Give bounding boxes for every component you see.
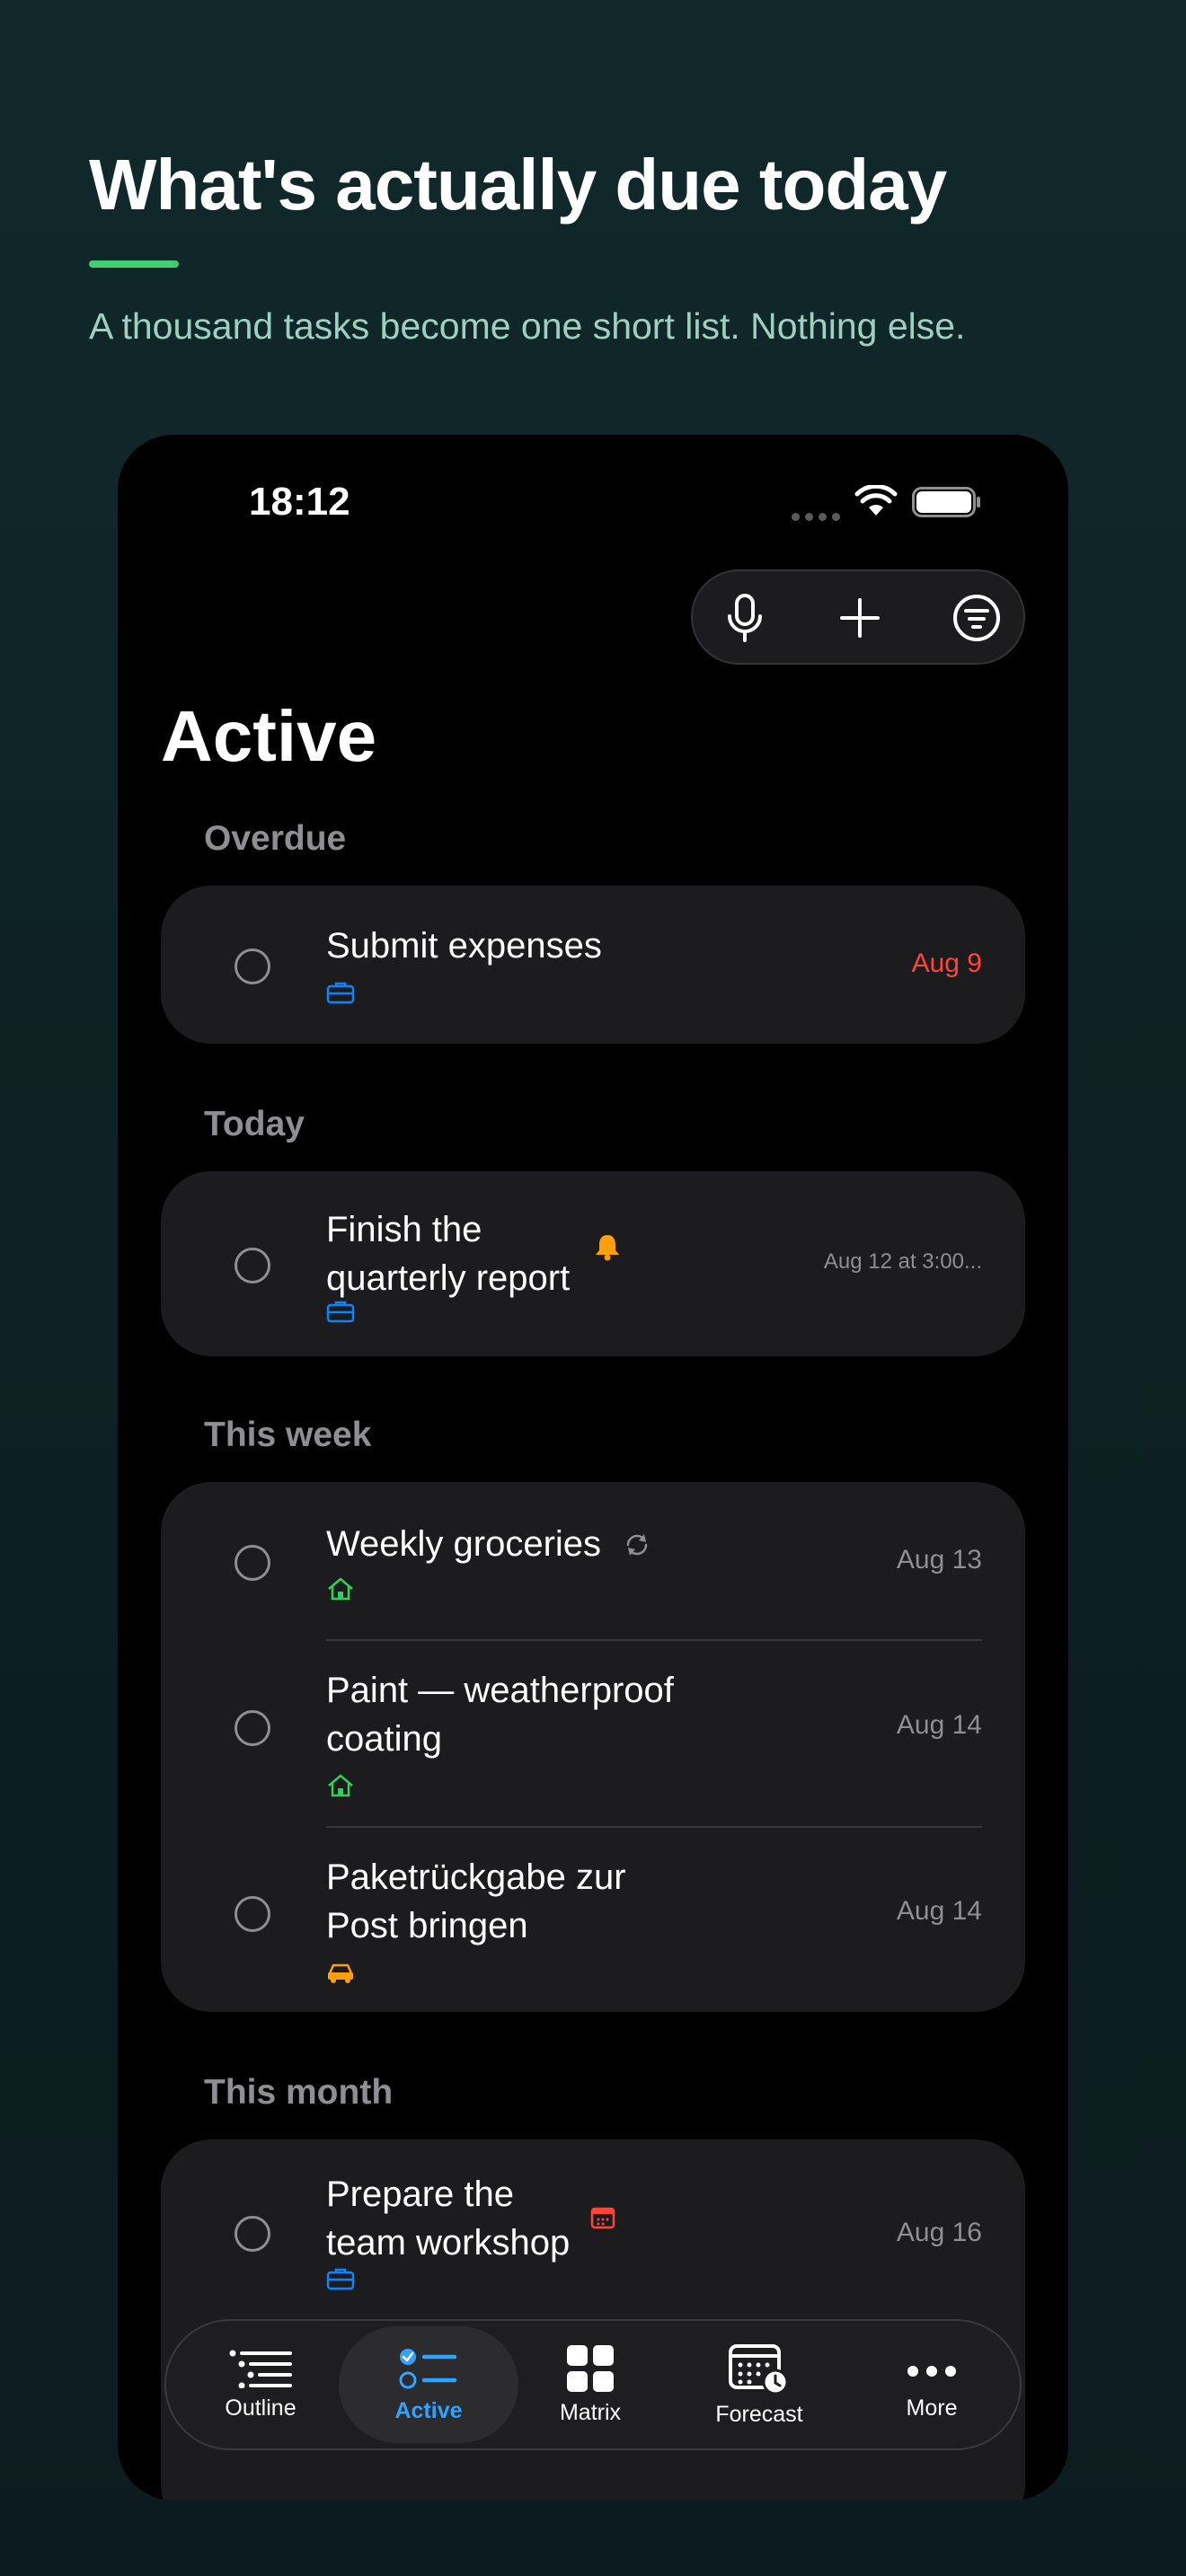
task-due-date: Aug 12 at 3:00... bbox=[823, 1249, 982, 1274]
tab-forecast[interactable]: Forecast bbox=[669, 2321, 849, 2448]
task-checkbox[interactable] bbox=[235, 1545, 270, 1581]
status-time: 18:12 bbox=[249, 480, 350, 524]
voice-input-button[interactable] bbox=[714, 587, 775, 648]
task-checkbox[interactable] bbox=[235, 948, 270, 984]
task-title: Paketrückgabe zur Post bringen bbox=[326, 1857, 626, 1945]
more-dots-icon bbox=[907, 2365, 956, 2377]
tab-active[interactable]: Active bbox=[339, 2326, 518, 2443]
section-header-today: Today bbox=[204, 1105, 305, 1143]
task-due-date: Aug 14 bbox=[896, 1710, 982, 1740]
task-title: Prepare the team workshop bbox=[326, 2175, 571, 2263]
task-title: Finish the quarterly report bbox=[326, 1210, 571, 1298]
top-toolbar bbox=[691, 569, 1025, 665]
task-row[interactable]: Paketrückgabe zur Post bringen Aug 14 bbox=[161, 1828, 1025, 2012]
outline-list-icon bbox=[229, 2350, 292, 2388]
active-checklist-icon bbox=[399, 2348, 457, 2388]
car-icon bbox=[328, 1963, 353, 1983]
task-title: Weekly groceries bbox=[326, 1524, 602, 1564]
today-card: Finish the quarterly report Aug 12 at 3:… bbox=[161, 1171, 1025, 1356]
briefcase-icon bbox=[326, 982, 355, 1004]
promo-headline: What's actually due today bbox=[89, 145, 947, 225]
task-row[interactable]: Weekly groceries Aug 13 bbox=[161, 1482, 1025, 1640]
home-icon bbox=[328, 1577, 353, 1601]
tab-label: Active bbox=[394, 2397, 463, 2423]
tab-matrix[interactable]: Matrix bbox=[509, 2321, 671, 2448]
accent-underline bbox=[89, 260, 179, 268]
task-due-date: Aug 13 bbox=[896, 1545, 982, 1575]
section-header-this-month: This month bbox=[204, 2073, 394, 2112]
task-checkbox[interactable] bbox=[235, 1710, 270, 1746]
task-row[interactable]: Prepare the team workshop Aug 16 bbox=[161, 2139, 1025, 2325]
tab-more[interactable]: More bbox=[851, 2321, 1013, 2448]
matrix-grid-icon bbox=[567, 2344, 614, 2392]
tab-outline[interactable]: Outline bbox=[166, 2321, 355, 2448]
cellular-signal-icon bbox=[792, 513, 840, 522]
task-row[interactable]: Finish the quarterly report Aug 12 at 3:… bbox=[161, 1171, 1025, 1356]
calendar-icon bbox=[590, 2207, 615, 2229]
briefcase-icon bbox=[326, 2268, 355, 2290]
task-due-date: Aug 16 bbox=[896, 2218, 982, 2247]
bell-icon bbox=[596, 1235, 619, 1261]
wifi-icon bbox=[854, 485, 898, 516]
overdue-card: Submit expenses Aug 9 bbox=[161, 886, 1025, 1044]
tab-label: More bbox=[906, 2395, 958, 2421]
microphone-icon bbox=[728, 594, 762, 642]
plus-icon bbox=[840, 598, 880, 638]
tab-label: Forecast bbox=[715, 2401, 803, 2427]
tab-label: Matrix bbox=[559, 2399, 622, 2425]
filter-button[interactable] bbox=[946, 587, 1007, 648]
page-title: Active bbox=[161, 696, 377, 776]
bottom-tab-bar: Outline Active Matrix Forecast More bbox=[164, 2319, 1022, 2450]
task-row[interactable]: Paint — weatherproof coating Aug 14 bbox=[161, 1641, 1025, 1826]
task-checkbox[interactable] bbox=[235, 1896, 270, 1932]
task-checkbox[interactable] bbox=[235, 1248, 270, 1284]
phone-screen: 18:12 Active Overdue Submit expenses Aug… bbox=[118, 435, 1068, 2501]
add-task-button[interactable] bbox=[829, 587, 890, 648]
task-due-date: Aug 9 bbox=[911, 948, 982, 978]
section-header-this-week: This week bbox=[204, 1416, 372, 1454]
battery-icon bbox=[912, 487, 980, 517]
filter-icon bbox=[953, 595, 1000, 641]
task-title: Paint — weatherproof coating bbox=[326, 1671, 674, 1759]
promo-subhead: A thousand tasks become one short list. … bbox=[89, 305, 966, 347]
task-checkbox[interactable] bbox=[235, 2216, 270, 2252]
home-icon bbox=[328, 1774, 353, 1797]
section-header-overdue: Overdue bbox=[204, 819, 347, 858]
briefcase-icon bbox=[326, 1301, 355, 1323]
task-due-date: Aug 14 bbox=[896, 1896, 982, 1926]
this-week-card: Weekly groceries Aug 13 Paint — weatherp… bbox=[161, 1482, 1025, 2012]
repeat-icon bbox=[626, 1534, 648, 1556]
task-row[interactable]: Submit expenses Aug 9 bbox=[161, 886, 1025, 1044]
tab-label: Outline bbox=[225, 2395, 296, 2421]
forecast-calendar-icon bbox=[729, 2343, 789, 2395]
task-title: Submit expenses bbox=[326, 926, 602, 966]
